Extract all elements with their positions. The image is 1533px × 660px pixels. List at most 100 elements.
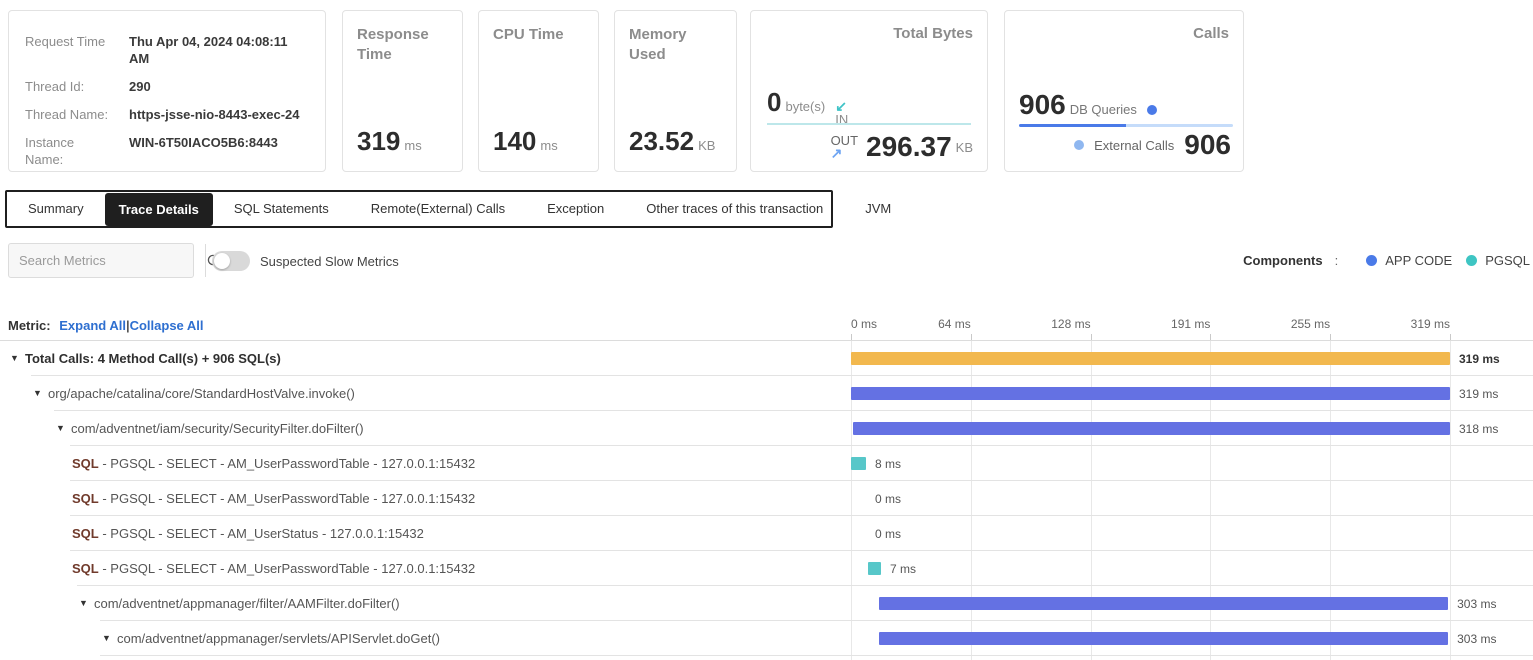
db-queries-dot-icon <box>1147 105 1157 115</box>
memory-used-unit: KB <box>698 138 715 153</box>
collapse-arrow-icon[interactable]: ▼ <box>33 388 42 399</box>
trace-row[interactable]: SQL - PGSQL - SELECT - AM_UserPasswordTa… <box>0 551 1533 586</box>
axis-tick-label: 191 ms <box>1130 317 1210 331</box>
info-label: Request Time <box>25 33 113 67</box>
response-time-unit: ms <box>404 138 421 153</box>
bytes-in-unit: byte(s) <box>785 99 825 114</box>
calls-card: Calls 906 DB Queries External Calls 906 <box>1004 10 1244 172</box>
tab-summary[interactable]: Summary <box>7 193 105 225</box>
trace-row[interactable]: ▼ org/apache/catalina/core/StandardHostVa… <box>0 376 1533 411</box>
metric-header: Metric: Expand All|Collapse All <box>8 318 204 333</box>
tab-other-traces-of-this-transaction[interactable]: Other traces of this transaction <box>625 193 844 225</box>
trace-row[interactable]: SQL - PGSQL - SELECT - AM_UserStatus - 1… <box>0 516 1533 551</box>
duration-label: 319 ms <box>1459 352 1500 366</box>
calls-divider-ext-segment <box>1126 124 1233 127</box>
metric-label: org/apache/catalina/core/StandardHostVal… <box>48 386 355 401</box>
calls-divider-db-segment <box>1019 124 1126 127</box>
collapse-all-link[interactable]: Collapse All <box>130 318 204 333</box>
components-legend-colon: : <box>1335 253 1339 268</box>
memory-used-value: 23.52 <box>629 126 694 156</box>
metric-label: com/adventnet/appmanager/filter/AAMFilte… <box>94 596 400 611</box>
tab-remote-external-calls[interactable]: Remote(External) Calls <box>350 193 526 225</box>
metric-label: SQL - PGSQL - SELECT - AM_UserPasswordTa… <box>72 561 475 576</box>
row-separator <box>100 655 1533 656</box>
duration-bar <box>879 597 1448 610</box>
tab-jvm[interactable]: JVM <box>844 193 912 225</box>
info-value: Thu Apr 04, 2024 04:08:11 AM <box>129 33 309 67</box>
tab-bar: SummaryTrace DetailsSQL StatementsRemote… <box>5 190 833 228</box>
info-row: Request Time Thu Apr 04, 2024 04:08:11 AM <box>25 33 309 67</box>
info-label: Instance Name: <box>25 134 113 168</box>
metric-label: SQL - PGSQL - SELECT - AM_UserPasswordTa… <box>72 456 475 471</box>
memory-used-card: Memory Used 23.52 KB <box>614 10 737 172</box>
metric-label: com/adventnet/appmanager/servlets/APISer… <box>117 631 440 646</box>
duration-bar <box>851 352 1450 365</box>
sql-prefix: SQL <box>72 561 99 576</box>
external-calls-label: External Calls <box>1094 138 1174 153</box>
duration-label: 0 ms <box>875 492 901 506</box>
tab-exception[interactable]: Exception <box>526 193 625 225</box>
bytes-out-value: 296.37 <box>866 131 952 163</box>
info-label: Thread Id: <box>25 78 113 95</box>
sql-prefix: SQL <box>72 491 99 506</box>
legend-item-label: PGSQL <box>1485 253 1530 268</box>
trace-row[interactable]: ▼com/adventnet/iam/security/SecurityFilt… <box>0 411 1533 446</box>
info-row: Instance Name:WIN-6T50IACO5B6:8443 <box>25 134 309 168</box>
info-label: Thread Name: <box>25 106 113 123</box>
tab-trace-details[interactable]: Trace Details <box>105 193 213 226</box>
sql-prefix: SQL <box>72 456 99 471</box>
collapse-arrow-icon[interactable]: ▼ <box>56 423 65 434</box>
axis-tick-label: 64 ms <box>891 317 971 331</box>
bytes-divider <box>767 123 971 125</box>
components-legend-title: Components <box>1243 253 1322 268</box>
trace-row[interactable]: ▼ com/adventnet/appmanager/filter/AAMFilt… <box>0 586 1533 621</box>
suspected-slow-metrics-toggle[interactable] <box>212 251 250 271</box>
expand-all-link[interactable]: Expand All <box>59 318 126 333</box>
trace-row[interactable]: SQL - PGSQL - SELECT - AM_UserPasswordTa… <box>0 481 1533 516</box>
legend-dot-icon <box>1366 255 1377 266</box>
search-box <box>8 243 194 278</box>
trace-tree: ▼Total Calls: 4 Method Call(s) + 906 SQL… <box>0 341 1533 656</box>
total-bytes-card: Total Bytes 0 byte(s) ↙ IN OUT ↗ 296.37 … <box>750 10 988 172</box>
duration-label: 318 ms <box>1459 422 1498 436</box>
legend-item-label: APP CODE <box>1385 253 1452 268</box>
card-title: Total Bytes <box>893 25 973 42</box>
card-title: Memory Used <box>629 25 722 65</box>
card-title: Response Time <box>357 25 448 65</box>
duration-label: 8 ms <box>875 457 901 471</box>
duration-bar <box>868 562 881 575</box>
components-legend: Components : APP CODE PGSQL <box>1243 253 1530 268</box>
up-right-arrow-icon: ↗ <box>831 147 843 160</box>
response-time-value: 319 <box>357 126 400 156</box>
collapse-arrow-icon[interactable]: ▼ <box>79 598 88 609</box>
duration-label: 303 ms <box>1457 632 1496 646</box>
axis-tick-label: 255 ms <box>1250 317 1330 331</box>
cpu-time-unit: ms <box>540 138 557 153</box>
legend-item-app-code: APP CODE <box>1366 253 1452 268</box>
request-info-card: Request Time Thu Apr 04, 2024 04:08:11 AM… <box>8 10 326 172</box>
duration-label: 303 ms <box>1457 597 1496 611</box>
suspected-slow-metrics-label: Suspected Slow Metrics <box>260 254 399 269</box>
info-value: https-jsse-nio-8443-exec-24 <box>129 106 309 123</box>
trace-row[interactable]: ▼Total Calls: 4 Method Call(s) + 906 SQL… <box>0 341 1533 376</box>
axis-tick-label: 0 ms <box>851 317 877 331</box>
collapse-arrow-icon[interactable]: ▼ <box>102 633 111 644</box>
metric-label: SQL - PGSQL - SELECT - AM_UserPasswordTa… <box>72 491 475 506</box>
calls-divider <box>1019 124 1233 127</box>
info-row: Thread Id:290 <box>25 78 309 95</box>
trace-row[interactable]: ▼ com/adventnet/appmanager/servlets/APISe… <box>0 621 1533 656</box>
tab-sql-statements[interactable]: SQL Statements <box>213 193 350 225</box>
search-input[interactable] <box>9 244 205 277</box>
cpu-time-card: CPU Time 140ms <box>478 10 599 172</box>
metric-label: SQL - PGSQL - SELECT - AM_UserStatus - 1… <box>72 526 424 541</box>
external-calls-value: 906 <box>1184 129 1231 161</box>
card-title: Calls <box>1193 25 1229 42</box>
sql-prefix: SQL <box>72 526 99 541</box>
legend-dot-icon <box>1466 255 1477 266</box>
collapse-arrow-icon[interactable]: ▼ <box>10 353 19 364</box>
legend-item-pgsql: PGSQL <box>1466 253 1530 268</box>
toggle-knob <box>214 253 230 269</box>
trace-row[interactable]: SQL - PGSQL - SELECT - AM_UserPasswordTa… <box>0 446 1533 481</box>
external-calls-dot-icon <box>1074 140 1084 150</box>
axis-tick-label: 319 ms <box>1370 317 1450 331</box>
